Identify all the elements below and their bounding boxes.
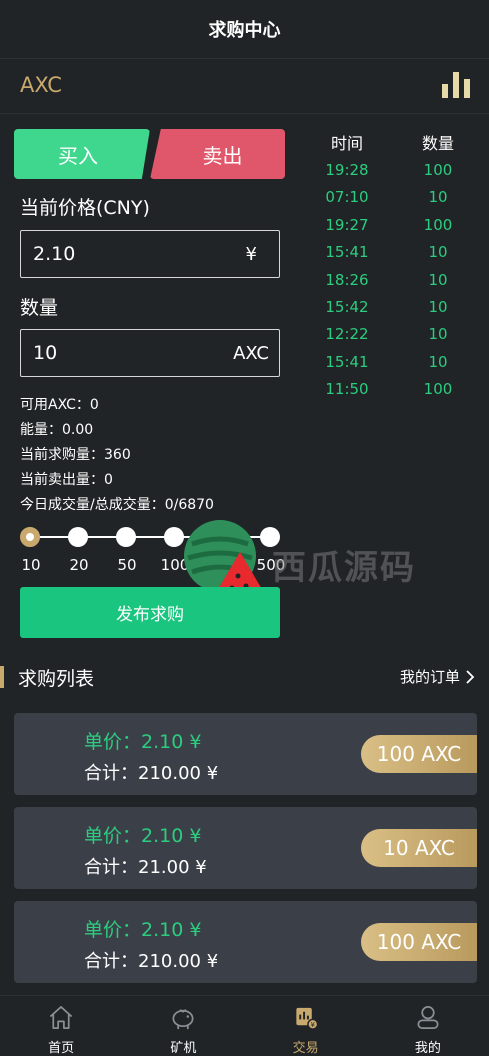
tab-buy[interactable]: 买入 [14, 129, 150, 179]
trade-qty: 100 [423, 215, 453, 234]
slider-dot-50[interactable] [116, 527, 136, 547]
order-card: 单价：2.10 ¥ 合计：210.00 ¥ 100 AXC [14, 901, 477, 983]
piggy-bank-icon [172, 1009, 194, 1030]
slider-tick: 50 [117, 556, 137, 574]
order-qty-button[interactable]: 10 AXC [361, 829, 477, 867]
slider-dot-10[interactable] [20, 527, 40, 547]
watermark-text: 西瓜源码 [272, 548, 416, 588]
trade-tabs: 买入 卖出 [14, 129, 286, 181]
page-header: 求购中心 [0, 0, 489, 58]
price-unit: ¥ [245, 243, 257, 265]
trade-time: 15:41 [325, 243, 369, 262]
buy-list-title: 求购列表 [18, 668, 95, 690]
trade-row: 15:41 10 [306, 353, 476, 380]
trade-qty: 10 [428, 188, 448, 207]
trade-time: 19:28 [325, 161, 369, 179]
price-value[interactable]: 2.10 [33, 243, 246, 265]
tab-trade[interactable]: ¥ 交易 [245, 996, 367, 1056]
coin-bar: AXC [0, 58, 489, 114]
order-qty-button[interactable]: 100 AXC [361, 923, 477, 961]
home-icon [49, 1006, 73, 1029]
slider-dot-20[interactable] [68, 527, 88, 547]
current-buy-volume: 当前求购量：360 [20, 447, 131, 463]
recent-trades: 时间 数量 19:28 100 07:10 10 19:27 100 15:41 10 18:2… [306, 130, 476, 408]
trade-time: 15:41 [325, 352, 369, 371]
coin-symbol: AXC [20, 73, 62, 97]
tab-label: 我的 [414, 1041, 441, 1056]
price-label: 当前价格(CNY) [20, 197, 150, 219]
publish-buy-button[interactable]: 发布求购 [20, 587, 280, 638]
trade-icon: ¥ [295, 1007, 318, 1030]
svg-text:¥: ¥ [310, 1021, 315, 1029]
tab-miner[interactable]: 矿机 [122, 996, 244, 1056]
trade-row: 15:42 10 [306, 298, 476, 325]
order-card: 单价：2.10 ¥ 合计：21.00 ¥ 10 AXC [14, 807, 477, 889]
buy-list-header: 求购列表 我的订单 [0, 660, 489, 694]
trade-row: 11:50 100 [306, 380, 476, 407]
trade-qty: 100 [423, 380, 453, 399]
trade-qty: 10 [428, 243, 448, 262]
trade-time: 07:10 [325, 188, 369, 207]
chevron-right-icon [466, 669, 475, 684]
tab-label: 交易 [292, 1041, 319, 1056]
tab-label: 首页 [48, 1041, 75, 1056]
qty-header: 数量 [421, 134, 454, 153]
trade-time: 18:26 [325, 270, 369, 289]
bar-chart-icon[interactable] [441, 70, 471, 98]
slider-tick: 10 [21, 556, 41, 574]
today-total-volume: 今日成交量/总成交量：0/6870 [20, 497, 214, 513]
order-total: 合计：210.00 ¥ [84, 951, 219, 972]
order-card: 单价：2.10 ¥ 合计：210.00 ¥ 100 AXC [14, 713, 477, 795]
quantity-label: 数量 [20, 297, 59, 319]
quantity-value[interactable]: 10 [33, 342, 233, 364]
trades-header: 时间 数量 [306, 130, 476, 154]
my-orders-label: 我的订单 [399, 668, 460, 686]
trade-row: 07:10 10 [306, 188, 476, 215]
trade-row: 15:41 10 [306, 243, 476, 270]
order-total: 合计：21.00 ¥ [84, 857, 207, 878]
trade-time: 15:42 [325, 297, 369, 316]
available-balance: 可用AXC：0 [20, 397, 99, 413]
time-header: 时间 [330, 134, 363, 153]
tab-mine[interactable]: 我的 [367, 996, 489, 1056]
order-total: 合计：210.00 ¥ [84, 763, 219, 784]
trade-qty: 10 [428, 352, 448, 371]
order-price: 单价：2.10 ¥ [84, 919, 202, 941]
section-accent-bar [0, 666, 4, 688]
trade-row: 18:26 10 [306, 271, 476, 298]
trade-qty: 10 [428, 325, 448, 344]
tab-sell[interactable]: 卖出 [150, 129, 285, 179]
trade-row: 12:22 10 [306, 325, 476, 352]
order-qty-button[interactable]: 100 AXC [361, 735, 477, 773]
trade-rows: 19:28 100 07:10 10 19:27 100 15:41 10 18:26 10 15:… [306, 161, 476, 408]
energy-value: 能量：0.00 [20, 422, 94, 438]
user-icon [417, 1006, 439, 1029]
slider-tick: 20 [69, 556, 89, 574]
trade-time: 12:22 [325, 325, 369, 344]
trade-qty: 10 [428, 270, 448, 289]
bottom-tab-bar: 首页 矿机 ¥ 交易 我的 [0, 995, 489, 1056]
page-title: 求购中心 [208, 20, 281, 41]
trade-time: 11:50 [325, 380, 369, 399]
trade-qty: 10 [428, 297, 448, 316]
order-price: 单价：2.10 ¥ [84, 731, 202, 753]
order-price: 单价：2.10 ¥ [84, 825, 202, 847]
quantity-input[interactable]: 10 AXC [20, 329, 280, 377]
tab-home[interactable]: 首页 [0, 996, 122, 1056]
price-input[interactable]: 2.10 ¥ [20, 230, 280, 278]
trade-time: 19:27 [325, 215, 369, 234]
my-orders-link[interactable]: 我的订单 [400, 666, 475, 687]
trade-row: 19:27 100 [306, 216, 476, 243]
tab-label: 矿机 [170, 1041, 197, 1056]
trade-row: 19:28 100 [306, 161, 476, 188]
quantity-unit: AXC [233, 342, 269, 364]
trade-qty: 100 [423, 161, 453, 179]
current-sell-volume: 当前卖出量：0 [20, 472, 113, 488]
